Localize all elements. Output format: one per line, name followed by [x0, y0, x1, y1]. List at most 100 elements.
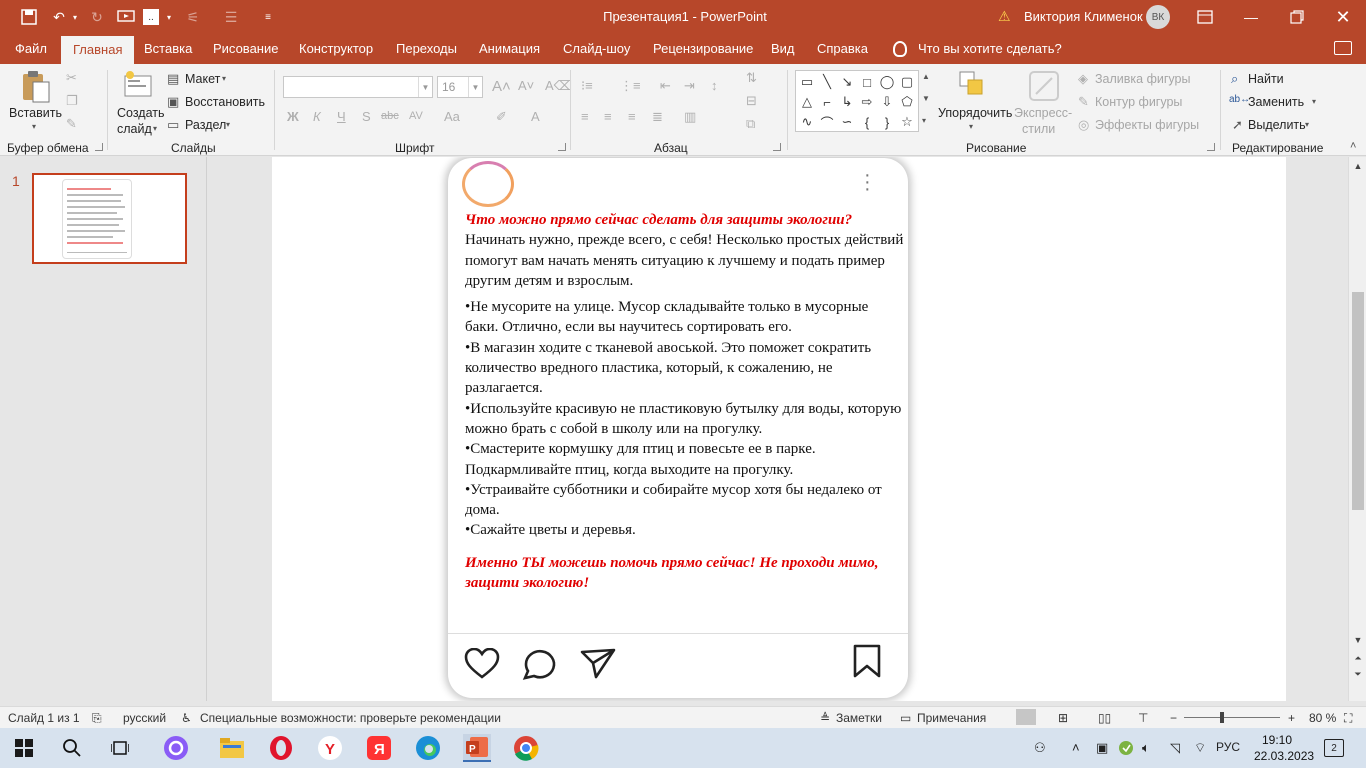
paragraph-launcher-icon[interactable] [773, 143, 781, 151]
tab-file[interactable]: Файл [15, 34, 47, 64]
tab-home[interactable]: Главная [61, 36, 135, 64]
slideshow-from-start-icon[interactable] [116, 7, 136, 27]
reset-icon[interactable]: ▣ [167, 94, 179, 110]
down-arrow-shape-icon[interactable]: ⇩ [878, 93, 896, 111]
arrange-dropdown-icon[interactable]: ▾ [969, 122, 973, 131]
oval-shape-icon[interactable]: ◯ [878, 73, 896, 91]
wifi-icon[interactable]: ⌔ [1194, 740, 1206, 756]
undo-dropdown-icon[interactable]: ▾ [70, 7, 80, 27]
next-slide-icon[interactable]: ⏷ [1351, 667, 1365, 681]
fit-to-window-icon[interactable]: ⛶ [1344, 711, 1352, 726]
arrange-icon[interactable] [958, 70, 988, 105]
tab-insert[interactable]: Вставка [144, 34, 192, 64]
replace-icon[interactable]: ab↔ [1229, 94, 1250, 105]
tab-help[interactable]: Справка [817, 34, 868, 64]
new-slide-label[interactable]: слайд [117, 122, 152, 136]
device-icon[interactable]: ▣ [1096, 740, 1108, 756]
undo-icon[interactable]: ↶ [50, 7, 68, 27]
arrange-button[interactable]: Упорядочить [938, 106, 1012, 120]
comments-status-icon[interactable]: ▭ [900, 711, 911, 725]
qat-dropdown-icon[interactable]: ▾ [164, 7, 174, 27]
file-explorer-icon[interactable] [218, 734, 246, 762]
tab-design[interactable]: Конструктор [299, 34, 373, 64]
user-name[interactable]: Виктория Клименок [1024, 9, 1143, 24]
people-icon[interactable]: ⚇ [1034, 740, 1046, 756]
curve-shape-icon[interactable]: ∿ [798, 113, 816, 131]
tab-transitions[interactable]: Переходы [396, 34, 457, 64]
slide-thumbnail[interactable] [32, 173, 187, 264]
reset-button[interactable]: Восстановить [185, 95, 265, 109]
zoom-slider-thumb[interactable] [1220, 712, 1224, 723]
tab-review[interactable]: Рецензирование [653, 34, 753, 64]
reading-view-icon[interactable]: ▯▯ [1098, 711, 1111, 725]
restore-icon[interactable] [1286, 6, 1308, 28]
avatar[interactable]: ВК [1146, 5, 1170, 29]
tell-me-search[interactable]: Что вы хотите сделать? [918, 34, 1062, 64]
zoom-slider[interactable] [1184, 717, 1280, 718]
wave-shape-icon[interactable]: ∽ [838, 113, 856, 131]
tab-view[interactable]: Вид [771, 34, 795, 64]
accessibility-status[interactable]: Специальные возможности: проверьте реком… [200, 711, 501, 725]
yandex-icon[interactable]: Я [365, 734, 393, 762]
spelling-icon[interactable]: ⎘ [92, 711, 102, 726]
replace-dropdown-icon[interactable]: ▾ [1312, 97, 1316, 106]
chevron-down-icon[interactable]: ▼ [468, 77, 482, 97]
font-size-combobox[interactable]: 16 ▼ [437, 76, 483, 98]
show-hidden-icons-icon[interactable]: ˄ [1072, 740, 1080, 755]
zoom-out-icon[interactable]: − [1170, 711, 1177, 725]
warning-icon[interactable]: ⚠ [998, 8, 1011, 25]
clipboard-launcher-icon[interactable] [95, 143, 103, 151]
layout-icon[interactable]: ▤ [167, 71, 179, 87]
normal-view-icon[interactable] [1016, 709, 1036, 725]
gallery-down-icon[interactable]: ▼ [922, 94, 930, 103]
scroll-down-icon[interactable]: ▼ [1351, 633, 1365, 647]
right-arrow-shape-icon[interactable]: ⇨ [858, 93, 876, 111]
section-dropdown-icon[interactable]: ▾ [226, 120, 230, 129]
new-slide-icon[interactable] [122, 70, 154, 103]
collapse-ribbon-icon[interactable]: ˄ [1350, 140, 1356, 152]
rounded-rect-shape-icon[interactable]: ▢ [898, 73, 916, 91]
arrow-shape-icon[interactable]: ↘ [838, 73, 856, 91]
search-icon[interactable] [58, 734, 86, 762]
ribbon-display-options-icon[interactable] [1194, 6, 1216, 28]
customize-qat-icon[interactable]: ≡ [262, 7, 274, 27]
language-indicator[interactable]: русский [123, 711, 166, 725]
arc-shape-icon[interactable]: ⌒ [818, 113, 836, 131]
instagram-post-card[interactable]: · · · Что можно прямо сейчас сделать для з… [448, 158, 908, 698]
scrollbar-thumb[interactable] [1352, 292, 1364, 510]
layout-dropdown-icon[interactable]: ▾ [222, 74, 226, 83]
input-language[interactable]: РУС [1216, 740, 1240, 754]
search-icon[interactable]: ⌕ [1231, 71, 1238, 87]
accessibility-icon[interactable]: ♿ [181, 711, 192, 725]
vertical-scrollbar[interactable]: ▲ ▼ ⏶ ⏷ [1348, 157, 1366, 701]
edge-browser-icon[interactable] [414, 734, 442, 762]
gallery-up-icon[interactable]: ▲ [922, 72, 930, 81]
line-shape-icon[interactable]: ╲ [818, 73, 836, 91]
clock-time[interactable]: 19:10 [1262, 733, 1292, 747]
yandex-browser-icon[interactable]: Y [316, 734, 344, 762]
post-text[interactable]: Что можно прямо сейчас сделать для защит… [465, 210, 905, 593]
scroll-up-icon[interactable]: ▲ [1351, 159, 1365, 173]
powerpoint-taskbar-icon[interactable]: P [463, 734, 491, 762]
chrome-browser-icon[interactable] [512, 734, 540, 762]
select-button[interactable]: Выделить [1248, 118, 1306, 132]
gallery-more-icon[interactable]: ▾ [922, 116, 926, 125]
close-icon[interactable]: ✕ [1332, 6, 1354, 28]
shapes-gallery[interactable]: ▭ ╲ ↘ □ ◯ ▢ △ ⌐ ↳ ⇨ ⇩ ⬠ ∿ ⌒ ∽ { } ☆ [795, 70, 919, 132]
chevron-down-icon[interactable]: ▼ [418, 77, 432, 97]
slideshow-view-icon[interactable]: ⊤ [1138, 711, 1148, 725]
tab-animations[interactable]: Анимация [479, 34, 540, 64]
opera-browser-icon[interactable] [267, 734, 295, 762]
notes-button[interactable]: Заметки [836, 711, 882, 725]
tab-slideshow[interactable]: Слайд-шоу [563, 34, 630, 64]
minimize-icon[interactable]: — [1240, 6, 1262, 28]
new-slide-dropdown-icon[interactable]: ▾ [153, 124, 157, 133]
textbox-shape-icon[interactable]: ▭ [798, 73, 816, 91]
comments-icon[interactable] [1334, 41, 1352, 55]
font-launcher-icon[interactable] [558, 143, 566, 151]
network-icon[interactable]: ◹ [1170, 740, 1180, 756]
right-brace-icon[interactable]: } [878, 113, 896, 131]
clock-date[interactable]: 22.03.2023 [1254, 749, 1314, 763]
save-icon[interactable] [20, 7, 38, 27]
left-brace-icon[interactable]: { [858, 113, 876, 131]
